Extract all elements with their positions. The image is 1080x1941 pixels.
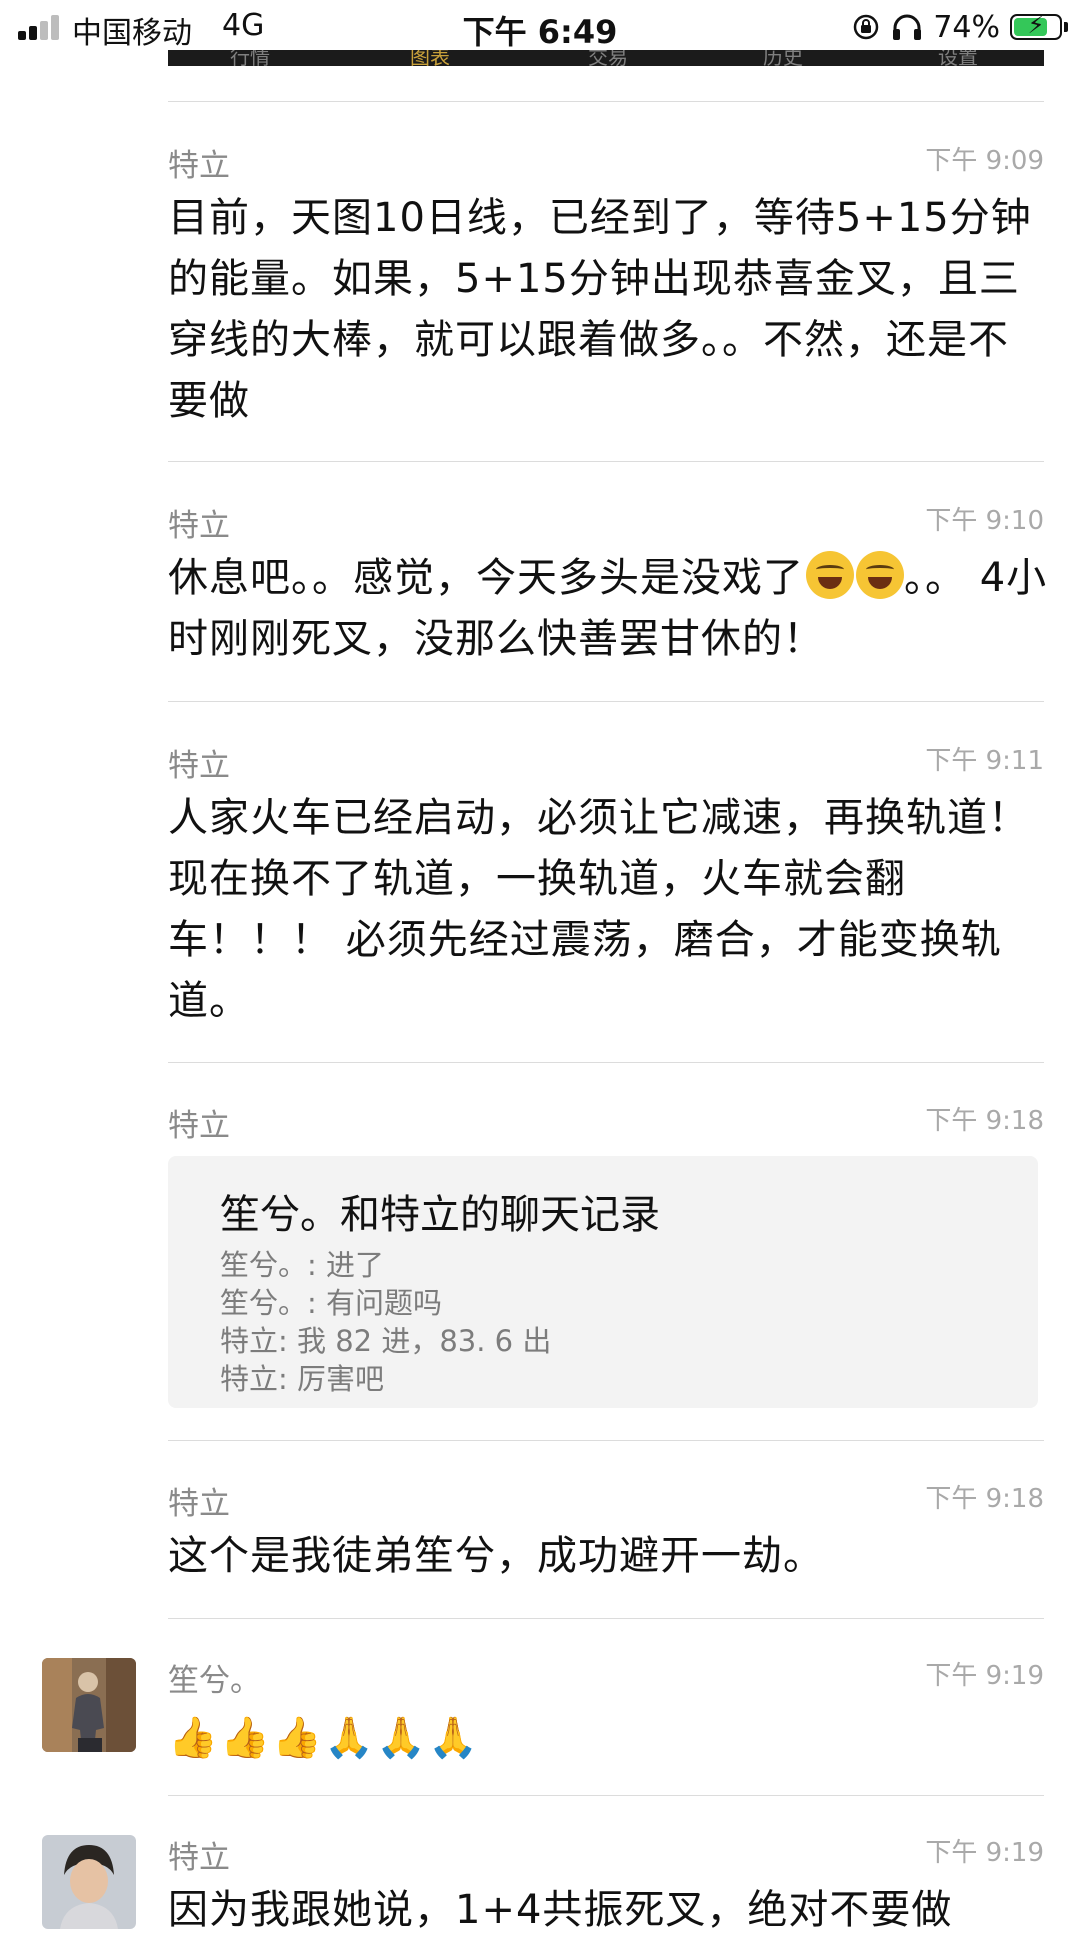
battery-icon: ⚡ (1010, 11, 1062, 40)
charging-bolt-icon: ⚡ (1027, 11, 1045, 39)
headphones-icon (893, 14, 922, 40)
laughing-tears-emoji-icon (806, 551, 854, 599)
message-sender: 特立 (168, 508, 230, 544)
message-sender: 特立 (168, 1486, 230, 1522)
message-time: 下午 9:18 (925, 1484, 1044, 1514)
message-text[interactable]: 休息吧。。感觉，今天多头是没戏了。。 4小时刚刚死叉，没那么快善罢甘休的！ (168, 548, 1048, 670)
thumbs-up-icon: 👍 (168, 1715, 218, 1761)
chat-record-line: 特立: 厉害吧 (220, 1362, 384, 1396)
message-divider (168, 701, 1044, 702)
message-time: 下午 9:10 (925, 506, 1044, 536)
orientation-lock-icon (854, 14, 879, 40)
folded-hands-icon: 🙏 (428, 1715, 478, 1761)
battery-percent: 74% (933, 9, 1000, 45)
avatar-figure-icon (42, 1658, 136, 1752)
chat-record-lines: 笙兮。: 进了 笙兮。: 有问题吗 特立: 我 82 进，83. 6 出 特立:… (220, 1246, 551, 1398)
chat-record-card[interactable]: 笙兮。和特立的聊天记录 笙兮。: 进了 笙兮。: 有问题吗 特立: 我 82 进… (168, 1156, 1038, 1408)
message-divider (168, 1618, 1044, 1619)
message-text[interactable]: 因为我跟她说，1+4共振死叉，绝对不要做 (168, 1880, 1048, 1941)
status-right-cluster: 74% ⚡ (851, 8, 1068, 46)
message-divider (168, 1795, 1044, 1796)
message-sender: 特立 (168, 748, 230, 784)
message-divider (168, 461, 1044, 462)
folded-hands-icon: 🙏 (376, 1715, 426, 1761)
avatar-portrait-icon (42, 1835, 136, 1929)
tab-settings[interactable]: 设置 (938, 50, 978, 66)
message-time: 下午 9:19 (925, 1661, 1044, 1691)
chat-record-line: 特立: 我 82 进，83. 6 出 (220, 1324, 552, 1358)
message-sender: 特立 (168, 148, 230, 184)
chat-record-line: 笙兮。: 进了 (220, 1248, 384, 1282)
message-text[interactable]: 目前，天图10日线，已经到了，等待5+15分钟的能量。如果，5+15分钟出现恭喜… (168, 188, 1048, 432)
message-time: 下午 9:11 (925, 746, 1044, 776)
message-text[interactable]: 人家火车已经启动，必须让它减速，再换轨道！现在换不了轨道，一换轨道，火车就会翻车… (168, 788, 1048, 1032)
message-time: 下午 9:18 (925, 1106, 1044, 1136)
avatar[interactable] (42, 1835, 136, 1929)
tab-chart[interactable]: 图表 (410, 50, 450, 66)
message-text-part: 休息吧。。感觉，今天多头是没戏了 (168, 555, 804, 601)
message-sender: 笙兮。 (168, 1663, 261, 1699)
tab-history[interactable]: 历史 (763, 50, 803, 66)
message-time: 下午 9:19 (925, 1838, 1044, 1868)
tab-trade[interactable]: 交易 (588, 50, 628, 66)
message-divider (168, 101, 1044, 102)
battery-cap (1064, 22, 1068, 32)
avatar[interactable] (42, 1658, 136, 1752)
reaction-emojis[interactable]: 👍 👍 👍 🙏 🙏 🙏 (168, 1715, 478, 1761)
thumbs-up-icon: 👍 (272, 1715, 322, 1761)
message-sender: 特立 (168, 1108, 230, 1144)
chat-record-line: 笙兮。: 有问题吗 (220, 1286, 442, 1320)
message-time: 下午 9:09 (925, 146, 1044, 176)
message-divider (168, 1062, 1044, 1063)
message-text[interactable]: 这个是我徒弟笙兮，成功避开一劫。 (168, 1526, 1048, 1587)
message-sender: 特立 (168, 1840, 230, 1876)
status-bar: 中国移动 4G 下午 6:49 74% ⚡ (0, 0, 1080, 52)
message-divider (168, 1440, 1044, 1441)
laughing-tears-emoji-icon (856, 551, 904, 599)
tab-quotes[interactable]: 行情 (230, 50, 270, 66)
chat-record-title: 笙兮。和特立的聊天记录 (220, 1192, 660, 1238)
tab-strip: 行情 图表 交易 历史 设置 (168, 50, 1044, 66)
thumbs-up-icon: 👍 (220, 1715, 270, 1761)
folded-hands-icon: 🙏 (324, 1715, 374, 1761)
